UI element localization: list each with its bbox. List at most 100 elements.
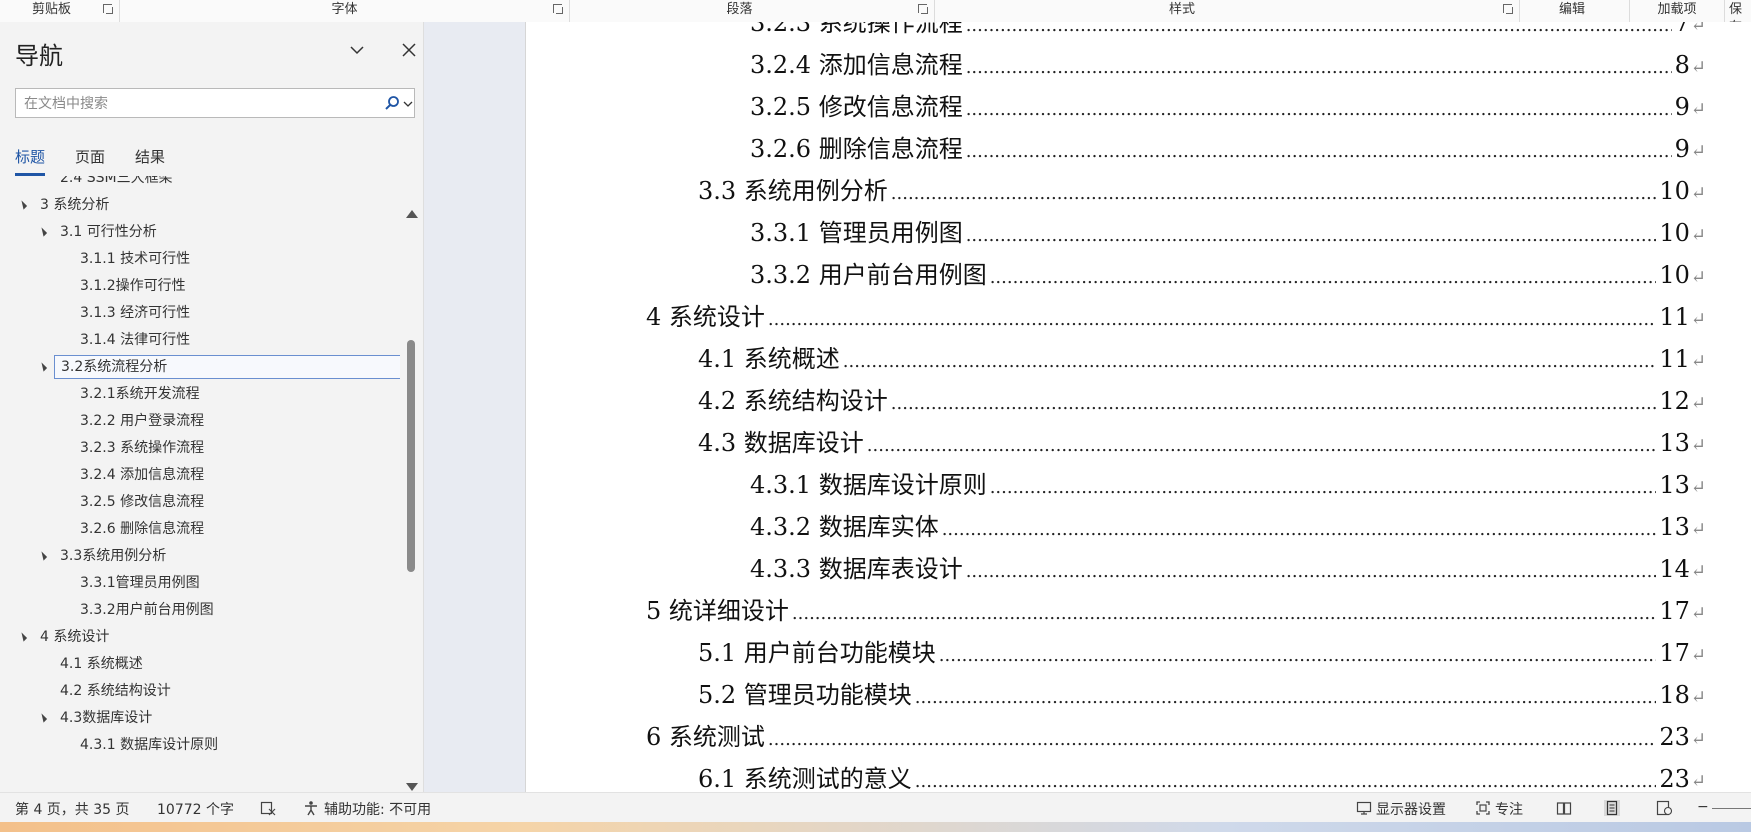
- paragraph-mark-icon: ↵: [1690, 771, 1706, 792]
- zoom-slider[interactable]: [1712, 808, 1751, 809]
- ribbon-group-addins: 加载项: [1630, 0, 1725, 22]
- toc-leader-dots: [966, 212, 1657, 257]
- heading-tree: 2.4 SSM三大框架 3 系统分析 3.1 可行性分析 3.1.1 技术可行性 3.1…: [0, 176, 400, 788]
- toc-entry[interactable]: 4.2 系统结构设计 12↵: [698, 380, 1706, 422]
- paragraph-mark-icon: ↵: [1690, 225, 1706, 246]
- proofing-icon[interactable]: [260, 800, 276, 816]
- paragraph-mark-icon: ↵: [1690, 267, 1706, 288]
- heading-tree-item[interactable]: 3.1 可行性分析: [60, 220, 157, 244]
- toc-entry[interactable]: 3.3.1 管理员用例图 10↵: [750, 212, 1706, 254]
- heading-tree-item[interactable]: 2.4 SSM三大框架: [60, 176, 173, 190]
- ribbon-group-label: 编辑: [1558, 2, 1585, 17]
- collapse-triangle-icon[interactable]: [17, 200, 28, 210]
- tab-results[interactable]: 结果: [135, 146, 165, 167]
- heading-tree-item[interactable]: 4.3.1 数据库设计原则: [80, 733, 218, 757]
- word-count-status[interactable]: 10772 个字: [157, 799, 234, 819]
- paragraph-mark-icon: ↵: [1690, 141, 1706, 162]
- toc-entry[interactable]: 4 系统设计 11↵: [646, 296, 1706, 338]
- toc-entry[interactable]: 6 系统测试 23↵: [646, 716, 1706, 758]
- toc-leader-dots: [942, 506, 1657, 551]
- toc-entry[interactable]: 4.3 数据库设计 13↵: [698, 422, 1706, 464]
- collapse-triangle-icon[interactable]: [17, 632, 28, 642]
- paragraph-mark-icon: ↵: [1690, 477, 1706, 498]
- read-mode-icon[interactable]: [1556, 800, 1572, 816]
- toc-entry[interactable]: 3.2.4 添加信息流程 8↵: [750, 44, 1706, 86]
- search-icon[interactable]: [384, 95, 400, 111]
- print-layout-icon[interactable]: [1604, 800, 1620, 816]
- focus-mode-button[interactable]: 专注: [1495, 799, 1523, 819]
- heading-tree-item[interactable]: 3.1.2操作可行性: [80, 274, 186, 298]
- heading-tree-item[interactable]: 3.2.4 添加信息流程: [80, 463, 204, 487]
- toc-page-number: 18: [1659, 681, 1690, 709]
- toc-entry[interactable]: 5.1 用户前台功能模块 17↵: [698, 632, 1706, 674]
- web-layout-icon[interactable]: [1656, 800, 1672, 816]
- heading-tree-item[interactable]: 3.2.3 系统操作流程: [80, 436, 204, 460]
- toc-entry[interactable]: 3.2.3 系统操作流程7↵: [750, 22, 1706, 44]
- heading-tree-item[interactable]: 3.1.1 技术可行性: [80, 247, 190, 271]
- dialog-launcher-icon[interactable]: [103, 4, 113, 14]
- toc-page-number: 23: [1659, 765, 1690, 792]
- toc-entry[interactable]: 4.1 系统概述 11↵: [698, 338, 1706, 380]
- toc-entry[interactable]: 4.3.3 数据库表设计 14↵: [750, 548, 1706, 590]
- paragraph-mark-icon: ↵: [1690, 645, 1706, 666]
- collapse-triangle-icon[interactable]: [37, 227, 48, 237]
- close-icon[interactable]: [401, 42, 417, 58]
- heading-tree-item[interactable]: 4.1 系统概述: [60, 652, 143, 676]
- focus-icon[interactable]: [1475, 800, 1491, 816]
- display-settings-button[interactable]: 显示器设置: [1376, 799, 1446, 819]
- paragraph-mark-icon: ↵: [1690, 57, 1706, 78]
- toc-entry-title: 3.2.4 添加信息流程: [750, 51, 963, 79]
- toc-page-number: 12: [1659, 387, 1690, 415]
- heading-tree-item[interactable]: 3.3系统用例分析: [60, 544, 166, 568]
- toc-entry-title: 5.1 用户前台功能模块: [698, 639, 936, 667]
- heading-tree-item[interactable]: 3.1.4 法律可行性: [80, 328, 190, 352]
- heading-tree-item[interactable]: 3.2.5 修改信息流程: [80, 490, 204, 514]
- heading-tree-item[interactable]: 3.2.6 删除信息流程: [80, 517, 204, 541]
- zoom-out-button[interactable]: −: [1697, 799, 1709, 815]
- collapse-triangle-icon[interactable]: [37, 362, 48, 372]
- accessibility-status[interactable]: 辅助功能: 不可用: [324, 799, 431, 819]
- tab-headings[interactable]: 标题: [15, 146, 46, 176]
- toc-entry[interactable]: 3.3 系统用例分析 10↵: [698, 170, 1706, 212]
- heading-tree-item[interactable]: 3.2.2 用户登录流程: [80, 409, 204, 433]
- heading-tree-item[interactable]: 4.2 系统结构设计: [60, 679, 171, 703]
- ribbon-group-editing: 编辑: [1520, 0, 1630, 22]
- accessibility-icon[interactable]: [303, 800, 319, 816]
- heading-tree-item[interactable]: 3.3.1管理员用例图: [80, 571, 200, 595]
- document-page[interactable]: 3.2.3 系统操作流程7↵3.2.4 添加信息流程8↵3.2.5 修改信息流程…: [525, 22, 1751, 792]
- collapse-triangle-icon[interactable]: [37, 551, 48, 561]
- scrollbar-thumb[interactable]: [407, 340, 415, 572]
- heading-tree-item[interactable]: 3 系统分析: [40, 193, 109, 217]
- page-count-status[interactable]: 第 4 页，共 35 页: [15, 799, 130, 819]
- heading-tree-item[interactable]: 4.3数据库设计: [60, 706, 152, 730]
- toc-entry[interactable]: 3.2.6 删除信息流程 9↵: [750, 128, 1706, 170]
- collapse-triangle-icon[interactable]: [37, 713, 48, 723]
- toc-entry[interactable]: 3.3.2 用户前台用例图 10↵: [750, 254, 1706, 296]
- nav-scrollbar[interactable]: [405, 190, 418, 791]
- chevron-down-icon[interactable]: [349, 42, 365, 58]
- toc-entry[interactable]: 3.2.5 修改信息流程 9↵: [750, 86, 1706, 128]
- toc-page-number: 10: [1659, 219, 1690, 247]
- heading-tree-item[interactable]: 3.2.1系统开发流程: [80, 382, 200, 406]
- ribbon-group-font: 字体: [120, 0, 570, 22]
- scroll-up-arrow-icon[interactable]: [406, 210, 418, 218]
- toc-entry-title: 3.3.2 用户前台用例图: [750, 261, 987, 289]
- toc-entry[interactable]: 4.3.1 数据库设计原则 13↵: [750, 464, 1706, 506]
- heading-tree-item[interactable]: 3.3.2用户前台用例图: [80, 598, 214, 622]
- toc-leader-dots: [768, 716, 1656, 761]
- tab-pages[interactable]: 页面: [75, 146, 105, 167]
- search-input[interactable]: [22, 92, 366, 116]
- heading-tree-item[interactable]: 4 系统设计: [40, 625, 109, 649]
- toc-entry[interactable]: 5.2 管理员功能模块 18↵: [698, 674, 1706, 716]
- toc-entry[interactable]: 4.3.2 数据库实体 13↵: [750, 506, 1706, 548]
- search-options-chevron-icon[interactable]: [403, 99, 413, 109]
- heading-tree-item[interactable]: 3.1.3 经济可行性: [80, 301, 190, 325]
- heading-tree-item[interactable]: 3.2系统流程分析: [54, 355, 400, 379]
- paragraph-mark-icon: ↵: [1690, 351, 1706, 372]
- toc-entry[interactable]: 6.1 系统测试的意义 23↵: [698, 758, 1706, 792]
- scroll-down-arrow-icon[interactable]: [406, 783, 418, 791]
- display-settings-icon[interactable]: [1356, 800, 1372, 816]
- toc-entry[interactable]: 5 统详细设计 17↵: [646, 590, 1706, 632]
- toc-entry-title: 4.2 系统结构设计: [698, 387, 888, 415]
- dialog-launcher-icon[interactable]: [1503, 4, 1513, 14]
